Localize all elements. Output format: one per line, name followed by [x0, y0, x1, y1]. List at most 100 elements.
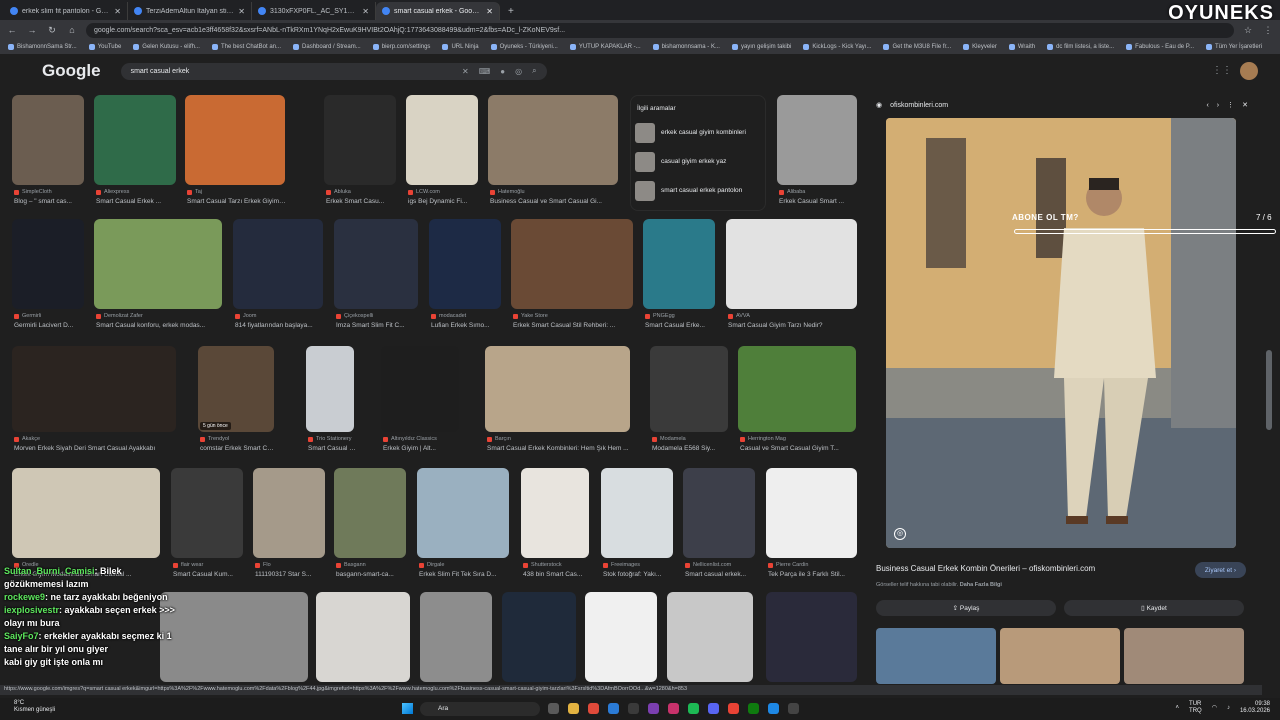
related-item[interactable]: smart casual erkek pantolon: [631, 176, 765, 205]
search-input[interactable]: smart casual erkek: [131, 68, 452, 75]
app-icon[interactable]: [648, 703, 659, 714]
image-result[interactable]: Demolizat Zafer Smart Casual konforu, erk…: [94, 219, 222, 335]
image-result[interactable]: AVVA Smart Casual Giyim Tarzı Nedir?: [726, 219, 857, 335]
result-thumbnail[interactable]: [198, 346, 274, 432]
bookmark-item[interactable]: BishamonnSama Str...: [8, 44, 77, 50]
result-title[interactable]: 438 bin Smart Cas...: [523, 571, 591, 578]
wifi-icon[interactable]: ◠: [1212, 705, 1217, 712]
lens-icon[interactable]: ◎: [515, 67, 522, 76]
weather-widget[interactable]: 8°C Kısmen güneşli: [14, 700, 55, 714]
result-title[interactable]: Smart Casual konforu, erkek modas...: [96, 322, 224, 329]
taskbar-search[interactable]: Ara: [420, 702, 540, 716]
result-title[interactable]: Smart Casual Styl...: [308, 445, 356, 452]
similar-thumb[interactable]: [876, 628, 996, 684]
bookmark-item[interactable]: Get the M3U8 File fr...: [883, 44, 951, 50]
steam-icon[interactable]: [608, 703, 619, 714]
mic-icon[interactable]: ●: [500, 67, 505, 76]
edge-icon[interactable]: [768, 703, 779, 714]
apps-icon[interactable]: ⋮⋮: [1212, 65, 1232, 76]
xbox-icon[interactable]: [748, 703, 759, 714]
result-thumbnail[interactable]: [381, 346, 459, 432]
result-title[interactable]: Smart Casual Erkek Kombinleri: Hem Şık H…: [487, 445, 632, 452]
image-result[interactable]: PNGEgg Smart Casual Erke...: [643, 219, 715, 335]
reload-icon[interactable]: ↻: [46, 25, 58, 36]
browser-tab[interactable]: erkek slim fit pantolon - Google'da A✕: [4, 2, 128, 20]
avatar[interactable]: [1240, 62, 1258, 80]
related-item[interactable]: casual giyim erkek yaz: [631, 147, 765, 176]
bookmark-item[interactable]: bishamonnsama - K...: [652, 44, 720, 50]
result-thumbnail[interactable]: [233, 219, 323, 309]
result-title[interactable]: igs Bej Dynamic Fi...: [408, 198, 480, 205]
image-result[interactable]: [160, 592, 308, 682]
image-result[interactable]: [502, 592, 576, 682]
more-icon[interactable]: ⋮: [1227, 101, 1234, 109]
result-thumbnail[interactable]: [601, 468, 673, 558]
image-result[interactable]: [667, 592, 753, 682]
back-icon[interactable]: ←: [6, 25, 18, 35]
app-icon[interactable]: [788, 703, 799, 714]
clear-icon[interactable]: ✕: [462, 67, 469, 76]
result-thumbnail[interactable]: [171, 468, 243, 558]
new-tab-button[interactable]: +: [500, 2, 522, 20]
result-thumbnail[interactable]: [643, 219, 715, 309]
bookmark-item[interactable]: The best ChatBot an...: [211, 44, 281, 50]
clock[interactable]: 09:38 16.03.2026: [1240, 701, 1270, 715]
close-icon[interactable]: ✕: [238, 7, 245, 16]
result-thumbnail[interactable]: [429, 219, 501, 309]
bookmark-item[interactable]: Dashboard / Stream...: [293, 44, 361, 50]
volume-icon[interactable]: ♪: [1227, 705, 1230, 712]
browser-tab-active[interactable]: smart casual erkek - Google'da Ara✕: [376, 2, 500, 20]
image-result[interactable]: Pierre Cardin Tek Parça ile 3 Farklı Stil…: [766, 468, 857, 584]
app-icon[interactable]: [728, 703, 739, 714]
result-thumbnail[interactable]: [726, 219, 857, 309]
image-result[interactable]: Çiçekospelli İmza Smart Slim Fit C...: [334, 219, 418, 335]
result-title[interactable]: Erkek Smart Casu...: [326, 198, 398, 205]
result-thumbnail[interactable]: [334, 468, 406, 558]
image-result[interactable]: SimpleCloth Blog – " smart cas...: [12, 95, 84, 211]
image-result[interactable]: [420, 592, 492, 682]
extensions-icon[interactable]: ⋮: [1262, 25, 1274, 36]
close-icon[interactable]: ✕: [362, 7, 369, 16]
image-result[interactable]: Trendyol comstar Erkek Smart Ca... 5 gün ö…: [198, 346, 276, 458]
bookmark-item[interactable]: Oyuneks - Türkiyeni...: [490, 44, 558, 50]
result-thumbnail[interactable]: [324, 95, 396, 185]
result-title[interactable]: İmza Smart Slim Fit C...: [336, 322, 420, 329]
result-thumbnail[interactable]: [406, 95, 478, 185]
image-result[interactable]: Barçın Smart Casual Erkek Kombinleri: Hem…: [485, 346, 630, 458]
result-title[interactable]: 814 fiyatlarından başlaya...: [235, 322, 325, 329]
image-result[interactable]: Trio Stationery Smart Casual Styl...: [306, 346, 356, 458]
result-title[interactable]: Smart Casual Giyim Tarzı Nedir?: [728, 322, 859, 329]
result-thumbnail[interactable]: [253, 468, 325, 558]
scrollbar-thumb[interactable]: [1266, 350, 1272, 430]
result-thumbnail[interactable]: [766, 468, 857, 558]
result-title[interactable]: basgann-smart-ca...: [336, 571, 408, 578]
task-view-icon[interactable]: [548, 703, 559, 714]
result-title[interactable]: Modamela E568 Siy...: [652, 445, 730, 452]
image-result[interactable]: Abluka Erkek Smart Casu...: [324, 95, 396, 211]
result-thumbnail[interactable]: [683, 468, 755, 558]
bookmark-item[interactable]: yayın gelişim takibi: [731, 44, 791, 50]
image-result[interactable]: Dirgale Erkek Slim Fit Tek Sıra D...: [417, 468, 509, 584]
image-result[interactable]: flair wear Smart Casual Kum...: [171, 468, 243, 584]
result-thumbnail[interactable]: [488, 95, 618, 185]
result-thumbnail[interactable]: [777, 95, 857, 185]
result-thumbnail[interactable]: [12, 219, 84, 309]
browser-tab[interactable]: TerziAdemAltun İtalyan stil slim fit er✕: [128, 2, 252, 20]
spotify-icon[interactable]: [688, 703, 699, 714]
share-button[interactable]: ⇪ Paylaş: [876, 600, 1056, 616]
image-result[interactable]: Aliexpress Smart Casual Erkek ...: [94, 95, 176, 211]
result-thumbnail[interactable]: [417, 468, 509, 558]
close-icon[interactable]: ✕: [1242, 101, 1248, 109]
result-title[interactable]: Erkek Smart Casual Stil Rehberi: ...: [513, 322, 635, 329]
bookmark-item[interactable]: Tüm Yer İşaretleri: [1206, 44, 1262, 50]
result-title[interactable]: Business Casual ve Smart Casual Gi...: [490, 198, 620, 205]
result-title[interactable]: Smart casual erkek...: [685, 571, 757, 578]
bookmark-item[interactable]: Gelen Kutusu - elifh...: [133, 44, 200, 50]
result-title[interactable]: Blog – " smart cas...: [14, 198, 86, 205]
image-result[interactable]: Basgann basgann-smart-ca...: [334, 468, 406, 584]
image-result[interactable]: [585, 592, 657, 682]
result-thumbnail[interactable]: [306, 346, 354, 432]
next-icon[interactable]: ›: [1217, 102, 1219, 109]
search-box[interactable]: smart casual erkek ✕ ⌨ ● ◎ ⌕: [120, 62, 547, 80]
preview-image[interactable]: ◎: [886, 118, 1236, 548]
